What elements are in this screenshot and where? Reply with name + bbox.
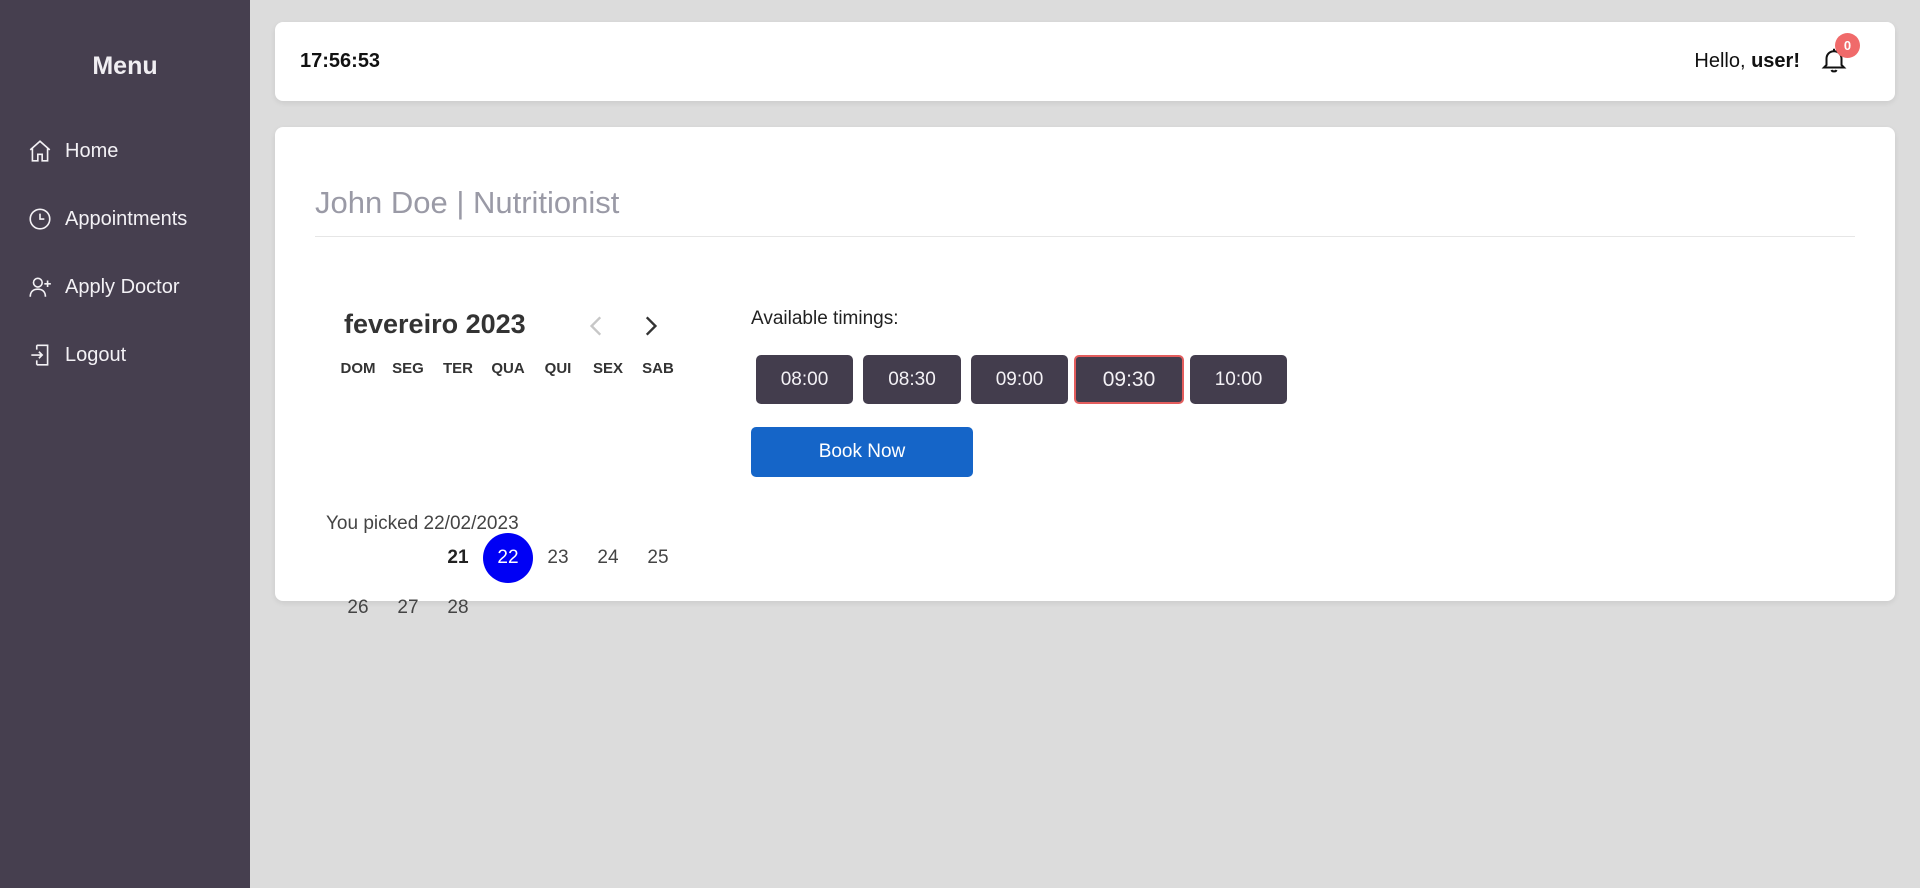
calendar-day[interactable]: 23 <box>533 533 583 583</box>
weekday-label: SAB <box>642 360 674 377</box>
sidebar-item-label: Home <box>65 139 119 162</box>
menu-title: Menu <box>92 52 158 80</box>
sidebar-item-appointments[interactable]: Appointments <box>0 185 250 253</box>
book-now-button[interactable]: Book Now <box>751 427 973 477</box>
logout-icon <box>31 344 49 366</box>
sidebar-item-label: Logout <box>65 343 127 366</box>
home-icon <box>29 140 51 162</box>
calendar-day[interactable]: 21 <box>433 533 483 583</box>
timings-label: Available timings: <box>751 308 899 329</box>
calendar-day[interactable]: 25 <box>633 533 683 583</box>
notification-badge: 0 <box>1835 33 1860 58</box>
clock: 17:56:53 <box>300 50 381 72</box>
calendar-header: fevereiro 2023 <box>335 307 658 347</box>
sidebar-nav: Home Appointments Apply Doctor Logout <box>0 117 250 389</box>
weekday-label: SEG <box>392 360 424 377</box>
calendar-month: fevereiro 2023 <box>344 309 526 339</box>
weekday-label: QUI <box>544 360 572 377</box>
sidebar: Menu Home Appointments Apply Doctor Logo… <box>0 0 250 888</box>
calendar-day[interactable]: 24 <box>583 533 633 583</box>
greeting-prefix: Hello, <box>1694 50 1752 72</box>
user-plus-icon <box>29 277 51 297</box>
time-slot[interactable]: 10:00 <box>1190 355 1287 404</box>
weekday-label: QUA <box>491 360 525 377</box>
doctor-heading: John Doe | Nutritionist <box>315 185 620 220</box>
booking-card: John Doe | Nutritionist fevereiro 2023 D… <box>275 127 1895 618</box>
next-month-button[interactable] <box>637 313 663 339</box>
calendar-day[interactable]: 28 <box>433 583 483 633</box>
clock-icon <box>29 208 51 230</box>
time-slot-selected[interactable]: 09:30 <box>1074 355 1184 404</box>
time-slot[interactable]: 08:30 <box>863 355 961 404</box>
weekday-label: DOM <box>340 360 376 377</box>
weekday-label: TER <box>443 360 473 377</box>
date-picker: fevereiro 2023 DOM SEG TER QUA QUI SEX S… <box>335 307 674 618</box>
top-bar: 17:56:53 Hello, user! 0 <box>275 22 1895 101</box>
time-slot[interactable]: 08:00 <box>756 355 853 404</box>
username: user! <box>1751 50 1800 72</box>
sidebar-item-logout[interactable]: Logout <box>0 321 250 389</box>
time-slot[interactable]: 09:00 <box>971 355 1068 404</box>
sidebar-item-apply-doctor[interactable]: Apply Doctor <box>0 253 250 321</box>
greeting: Hello, user! <box>1694 50 1800 73</box>
sidebar-item-label: Apply Doctor <box>65 275 180 298</box>
chevron-left-icon <box>589 316 602 336</box>
divider <box>315 236 1855 237</box>
calendar-day[interactable]: 26 <box>333 583 383 633</box>
sidebar-item-home[interactable]: Home <box>0 117 250 185</box>
calendar-day-selected[interactable]: 22 <box>483 533 533 583</box>
picked-date-text: You picked 22/02/2023 <box>326 513 519 534</box>
chevron-right-icon <box>645 316 658 336</box>
prev-month-button[interactable] <box>584 313 610 339</box>
sidebar-item-label: Appointments <box>65 207 188 230</box>
calendar-day[interactable]: 27 <box>383 583 433 633</box>
weekday-label: SEX <box>592 360 623 377</box>
